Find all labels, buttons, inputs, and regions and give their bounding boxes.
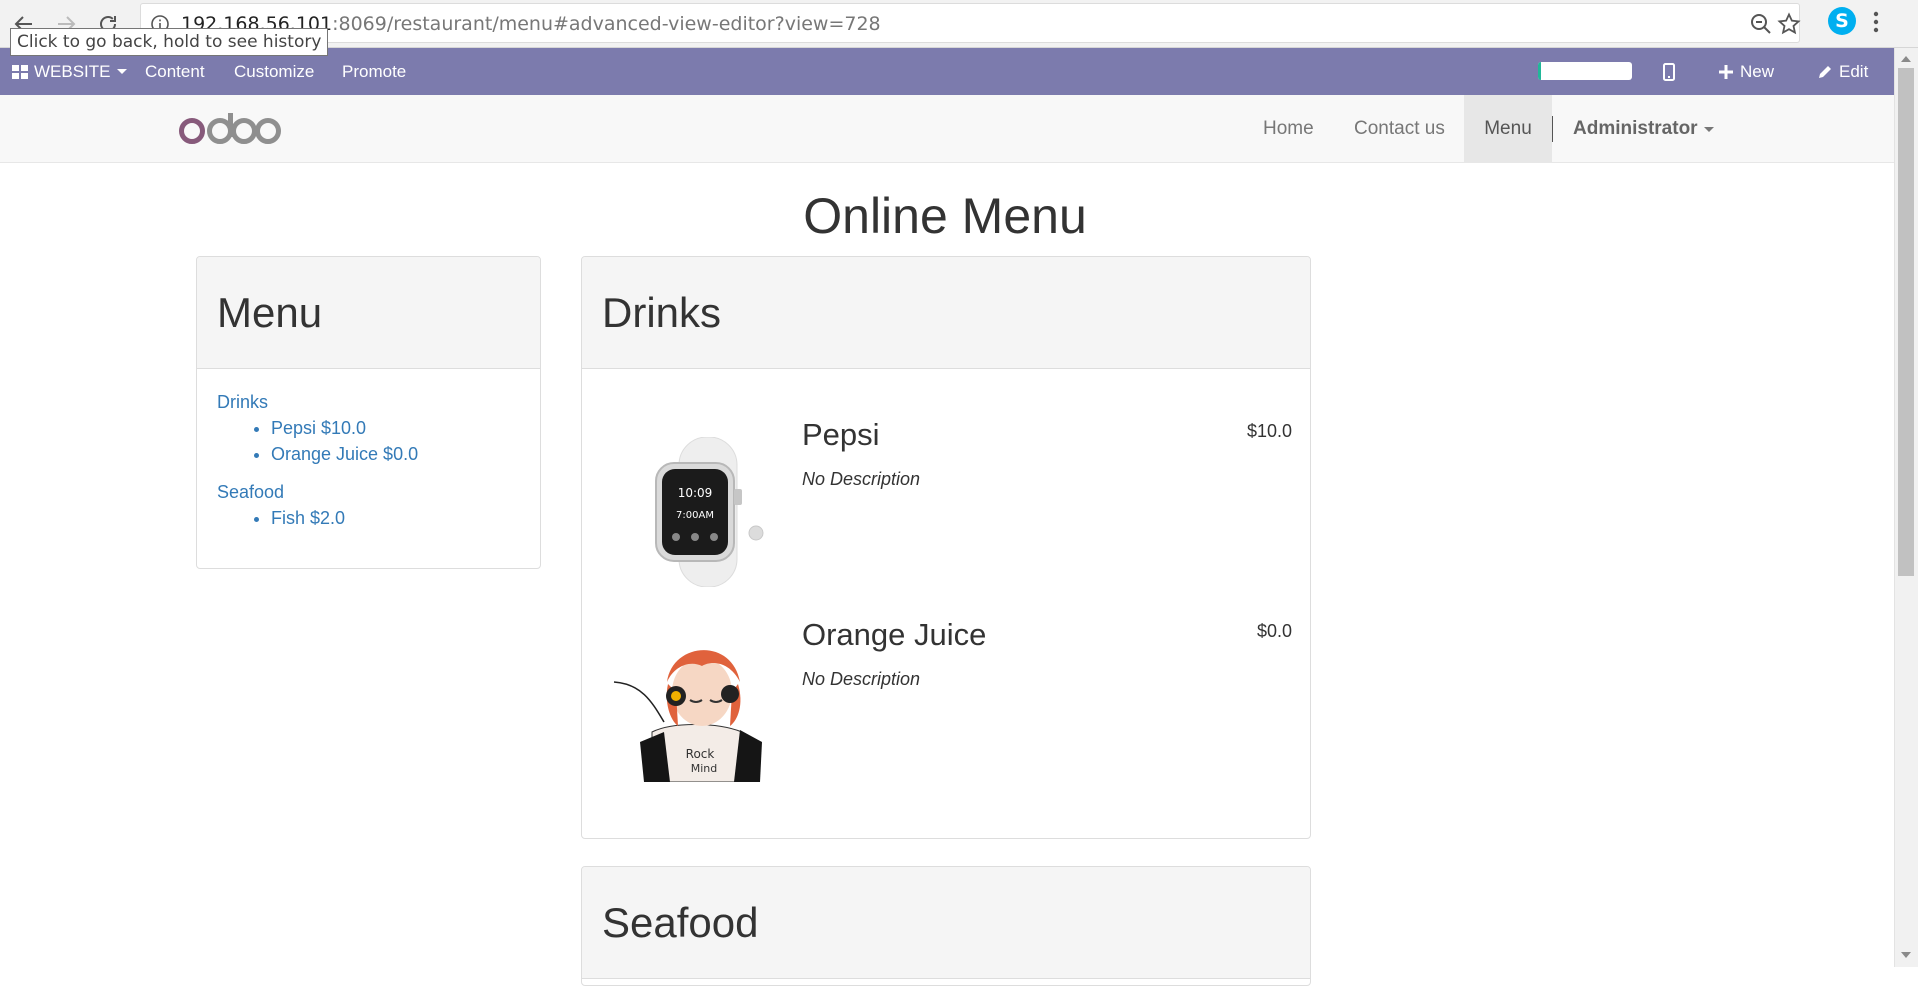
star-icon[interactable] <box>1777 12 1801 36</box>
address-bar[interactable]: 192.168.56.101:8069/restaurant/menu#adva… <box>140 3 1801 43</box>
content-menu-label: Content <box>145 61 205 81</box>
nav-link-contact-us[interactable]: Contact us <box>1334 95 1465 163</box>
mobile-preview-button[interactable] <box>1663 48 1681 95</box>
nav-link-home[interactable]: Home <box>1243 95 1334 163</box>
sidebar-seafood-items: Fish $2.0 <box>217 505 520 531</box>
list-item[interactable]: Pepsi $10.0 <box>271 415 520 441</box>
skype-extension-icon[interactable]: S <box>1828 7 1856 35</box>
sidebar-category-seafood[interactable]: Seafood <box>217 479 520 505</box>
caret-down-icon <box>116 69 127 74</box>
new-button-label: New <box>1740 61 1775 81</box>
nav-link-menu[interactable]: Menu <box>1464 95 1552 163</box>
pencil-icon <box>1819 65 1831 78</box>
seafood-section-panel: Seafood <box>581 866 1311 986</box>
user-menu-label: Administrator <box>1573 118 1698 139</box>
drinks-section-panel: Drinks 10:09 7:00AM Pepsi No Description… <box>581 256 1311 839</box>
scroll-up-arrow-icon[interactable] <box>1900 54 1912 64</box>
promote-menu[interactable]: Promote <box>342 48 406 95</box>
customize-menu-label: Customize <box>234 61 315 81</box>
mobile-icon <box>1663 62 1675 81</box>
loading-progress-fill <box>1538 62 1541 80</box>
sidebar-category-drinks[interactable]: Drinks <box>217 389 520 415</box>
menu-item-name: Pepsi <box>802 417 880 452</box>
user-menu-dropdown[interactable]: Administrator <box>1553 95 1734 163</box>
loading-progress-bar <box>1538 62 1632 80</box>
caret-down-icon <box>1703 126 1714 132</box>
navbar-divider <box>1552 116 1553 142</box>
page-title: Online Menu <box>803 188 1087 244</box>
zoom-icon[interactable] <box>1749 12 1773 36</box>
website-navbar: Home Contact us Menu Administrator <box>0 95 1894 163</box>
scrollbar-thumb[interactable] <box>1898 68 1914 576</box>
apps-grid-icon <box>12 64 28 79</box>
nav-link-home-label: Home <box>1263 118 1314 139</box>
anime-girl-image: Rock Mind <box>613 650 762 782</box>
new-button[interactable]: New <box>1718 48 1774 95</box>
website-menu-label: WEBSITE <box>34 61 111 81</box>
seafood-section-heading: Seafood <box>582 867 1310 979</box>
nav-link-contact-us-label: Contact us <box>1354 118 1445 139</box>
list-item[interactable]: Fish $2.0 <box>271 505 520 531</box>
svg-text:10:09: 10:09 <box>678 486 713 500</box>
sidebar-item-link[interactable]: Orange Juice $0.0 <box>271 444 418 464</box>
edit-button[interactable]: Edit <box>1817 48 1868 95</box>
sidebar-item-link[interactable]: Fish $2.0 <box>271 508 345 528</box>
scroll-down-arrow-icon[interactable] <box>1900 950 1912 960</box>
edit-button-label: Edit <box>1839 61 1869 81</box>
nav-link-menu-label: Menu <box>1484 118 1532 139</box>
promote-menu-label: Promote <box>342 61 407 81</box>
back-button-tooltip: Click to go back, hold to see history <box>10 28 329 56</box>
menu-item-description: No Description <box>802 669 921 689</box>
svg-text:Mind: Mind <box>691 762 718 775</box>
menu-item-name: Orange Juice <box>802 617 987 652</box>
more-vertical-icon[interactable] <box>1872 10 1880 34</box>
menu-item-price: $0.0 <box>1256 621 1292 641</box>
svg-text:7:00AM: 7:00AM <box>676 510 714 521</box>
menu-item-description: No Description <box>802 469 921 489</box>
plus-icon <box>1719 64 1733 79</box>
sidebar-item-link[interactable]: Pepsi $10.0 <box>271 418 366 438</box>
menu-item-price: $10.0 <box>1246 421 1292 441</box>
sidebar-menu-heading: Menu <box>197 257 540 369</box>
sidebar-menu-list: Drinks Pepsi $10.0 Orange Juice $0.0 Sea… <box>197 369 540 531</box>
drinks-section-heading: Drinks <box>582 257 1310 369</box>
svg-text:Rock: Rock <box>686 747 715 761</box>
sidebar-drinks-items: Pepsi $10.0 Orange Juice $0.0 <box>217 415 520 467</box>
smartwatch-image: 10:09 7:00AM <box>655 437 764 587</box>
url-path: :8069/restaurant/menu#advanced-view-edit… <box>332 13 881 35</box>
odoo-logo[interactable] <box>178 111 282 147</box>
list-item[interactable]: Orange Juice $0.0 <box>271 441 520 467</box>
sidebar-menu-panel: Menu Drinks Pepsi $10.0 Orange Juice $0.… <box>196 256 541 569</box>
